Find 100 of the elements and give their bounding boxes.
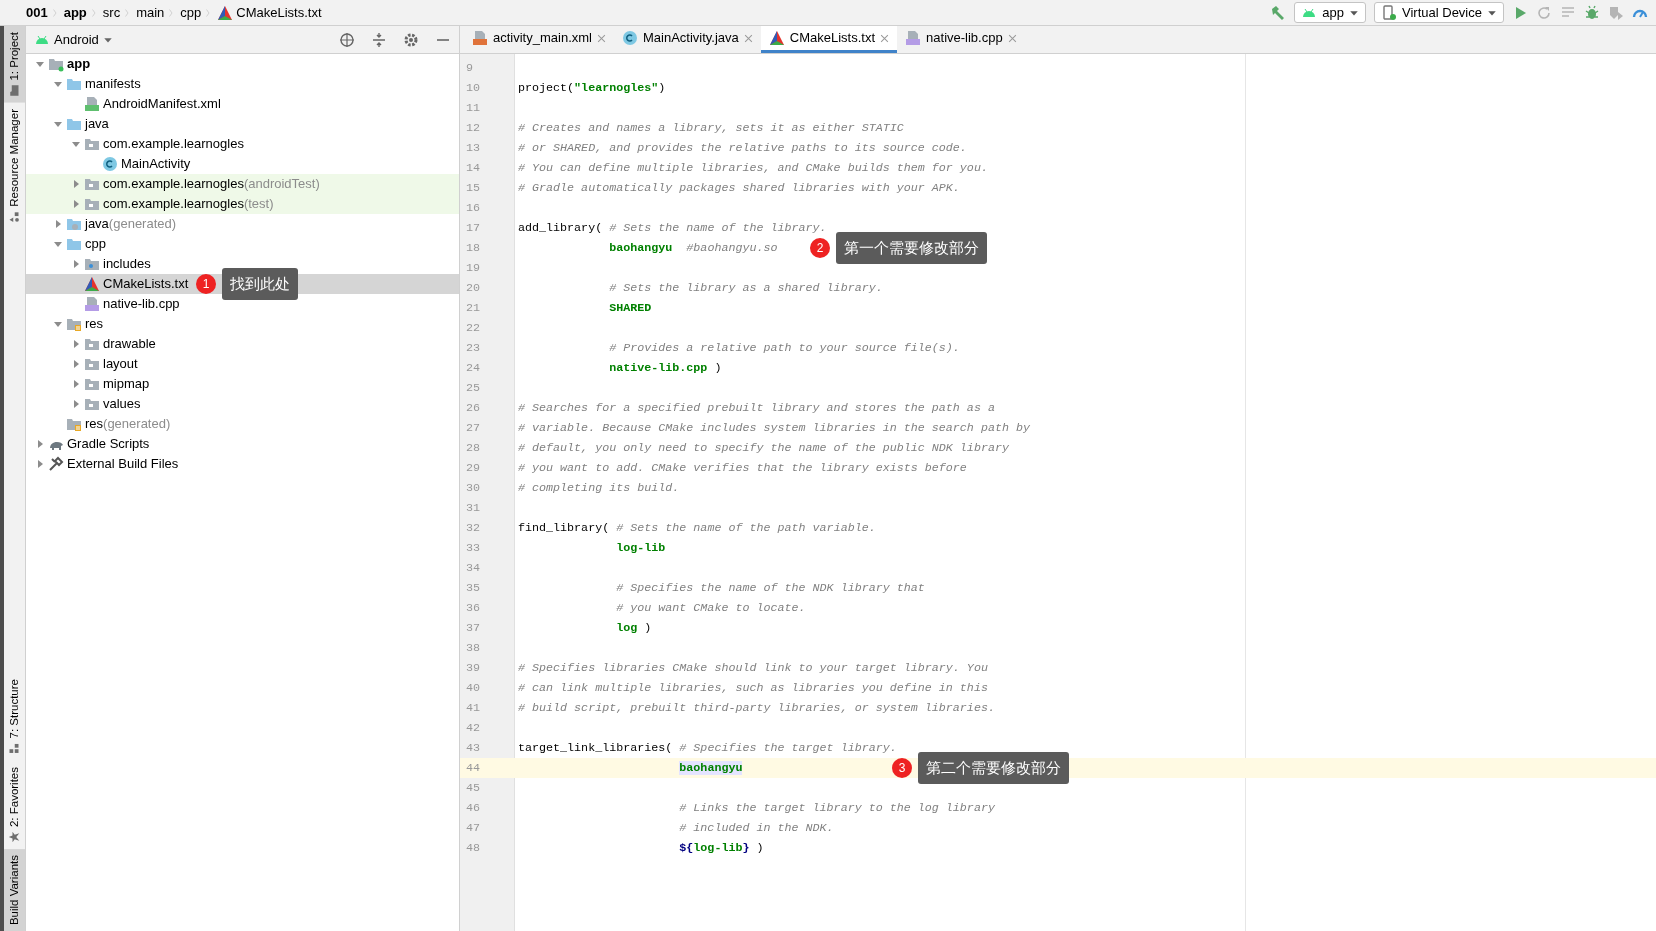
tree-item[interactable]: manifests — [26, 74, 459, 94]
code-line: add_library( # Sets the name of the library. — [517, 220, 827, 237]
breadcrumb-item[interactable]: cpp — [180, 2, 202, 23]
close-icon — [1007, 33, 1017, 43]
tool-window-tab[interactable]: Build Variants — [4, 848, 25, 931]
callout-tooltip: 找到此处 — [222, 268, 298, 300]
collapse-all-icon[interactable] — [371, 31, 387, 48]
line-number: 47 — [465, 820, 482, 837]
breadcrumb-item[interactable]: src — [102, 2, 121, 23]
code-line: native-lib.cpp ) — [608, 360, 722, 377]
code-line: # Provides a relative path to your source file(s). — [608, 340, 960, 357]
folder-icon — [48, 56, 64, 72]
line-number: 38 — [465, 640, 482, 657]
tool-window-tab[interactable]: 1: Project — [4, 26, 25, 103]
run-config-dropdown[interactable]: app — [1294, 2, 1367, 23]
tool-window-tab[interactable]: 2: Favorites — [4, 760, 25, 849]
structure-icon — [8, 742, 21, 755]
line-number: 19 — [465, 260, 482, 277]
bug-icon[interactable] — [1584, 4, 1600, 21]
folder-icon — [84, 376, 100, 392]
breadcrumb-item[interactable]: main — [136, 2, 165, 23]
shapes-icon — [8, 210, 21, 223]
folder-icon — [84, 176, 100, 192]
line-number: 25 — [465, 380, 482, 397]
line-number: 11 — [465, 100, 482, 117]
settings-icon[interactable] — [403, 31, 419, 48]
code-line: # Specifies the name of the NDK library that — [615, 580, 925, 597]
folder-icon — [66, 316, 82, 332]
tree-item[interactable]: mipmap — [26, 374, 459, 394]
cmake-icon — [768, 30, 785, 46]
line-number: 36 — [465, 600, 482, 617]
code-line: # variable. Because CMake includes system libraries in the search path by — [517, 420, 1030, 437]
line-number: 37 — [465, 620, 482, 637]
code-line: # you want CMake to locate. — [615, 600, 806, 617]
code-line: # Specifies libraries CMake should link to your target library. You — [517, 660, 988, 677]
code-line: # Gradle automatically packages shared libraries with your APK. — [517, 180, 960, 197]
close-icon — [596, 33, 606, 43]
tree-item[interactable]: AndroidManifest.xml — [26, 94, 459, 114]
tree-item[interactable]: layout — [26, 354, 459, 374]
hammer-icon[interactable] — [1270, 4, 1287, 21]
line-number: 39 — [465, 660, 482, 677]
code-line: # Links the target library to the log library — [678, 800, 995, 817]
line-number: 21 — [465, 300, 482, 317]
code-line: # included in the NDK. — [678, 820, 834, 837]
line-number: 31 — [465, 500, 482, 517]
line-number: 32 — [465, 520, 482, 537]
editor-tab[interactable]: activity_main.xml — [464, 26, 614, 53]
tree-item[interactable]: app — [26, 54, 459, 74]
close-icon — [743, 33, 753, 43]
line-number: 41 — [465, 700, 482, 717]
code-line: baohangyu #baohangyu.so — [608, 240, 778, 257]
tree-item[interactable]: Gradle Scripts — [26, 434, 459, 454]
breadcrumb-item[interactable]: app — [63, 2, 87, 23]
tree-item[interactable]: res — [26, 314, 459, 334]
tree-item[interactable]: drawable — [26, 334, 459, 354]
file-icon — [472, 30, 488, 46]
line-number: 48 — [465, 840, 482, 857]
code-line: ${log-lib} ) — [678, 840, 764, 857]
tree-item[interactable]: values — [26, 394, 459, 414]
tree-item[interactable]: res(generated) — [26, 414, 459, 434]
file-icon — [84, 96, 100, 112]
line-number: 18 — [465, 240, 482, 257]
tree-item[interactable]: com.example.learnogles — [26, 134, 459, 154]
folder-icon — [66, 216, 82, 232]
breadcrumb-item[interactable]: 001 — [26, 2, 48, 23]
editor-tab[interactable]: CMakeLists.txt — [760, 26, 898, 53]
line-number: 43 — [465, 740, 482, 757]
code-line: # You can define multiple libraries, and CMake builds them for you. — [517, 160, 988, 177]
cmake-icon — [217, 4, 234, 21]
view-dropdown[interactable]: Android — [34, 29, 113, 50]
tree-item[interactable]: cpp — [26, 234, 459, 254]
file-icon — [905, 30, 922, 46]
line-number: 15 — [465, 180, 482, 197]
tree-item[interactable]: java(generated) — [26, 214, 459, 234]
code-line: target_link_libraries( # Specifies the target library. — [517, 740, 897, 757]
line-number: 10 — [465, 80, 482, 97]
tree-item[interactable]: com.example.learnogles(test) — [26, 194, 459, 214]
folder-icon — [8, 84, 21, 97]
line-number: 30 — [465, 480, 482, 497]
device-dropdown[interactable]: Virtual Device — [1374, 2, 1504, 23]
tree-item[interactable]: External Build Files — [26, 454, 459, 474]
breadcrumb-item[interactable]: CMakeLists.txt — [236, 2, 322, 23]
line-number: 12 — [465, 120, 482, 137]
tree-item[interactable]: com.example.learnogles(androidTest) — [26, 174, 459, 194]
step-badge: 2 — [810, 238, 830, 258]
class-icon — [621, 30, 638, 46]
editor-tab[interactable]: MainActivity.java — [613, 26, 761, 53]
code-line: # completing its build. — [517, 480, 680, 497]
folder-icon — [84, 356, 100, 372]
tree-item[interactable]: java — [26, 114, 459, 134]
line-number: 42 — [465, 720, 482, 737]
tool-window-tab[interactable]: 7: Structure — [4, 673, 25, 761]
tree-item[interactable]: MainActivity — [26, 154, 459, 174]
line-number: 40 — [465, 680, 482, 697]
star-icon — [8, 830, 21, 843]
line-number: 22 — [465, 320, 482, 337]
editor-tab[interactable]: native-lib.cpp — [897, 26, 1025, 53]
tool-window-tab[interactable]: Resource Manager — [4, 102, 25, 229]
step-badge: 3 — [892, 758, 912, 778]
locate-icon[interactable] — [339, 31, 355, 48]
